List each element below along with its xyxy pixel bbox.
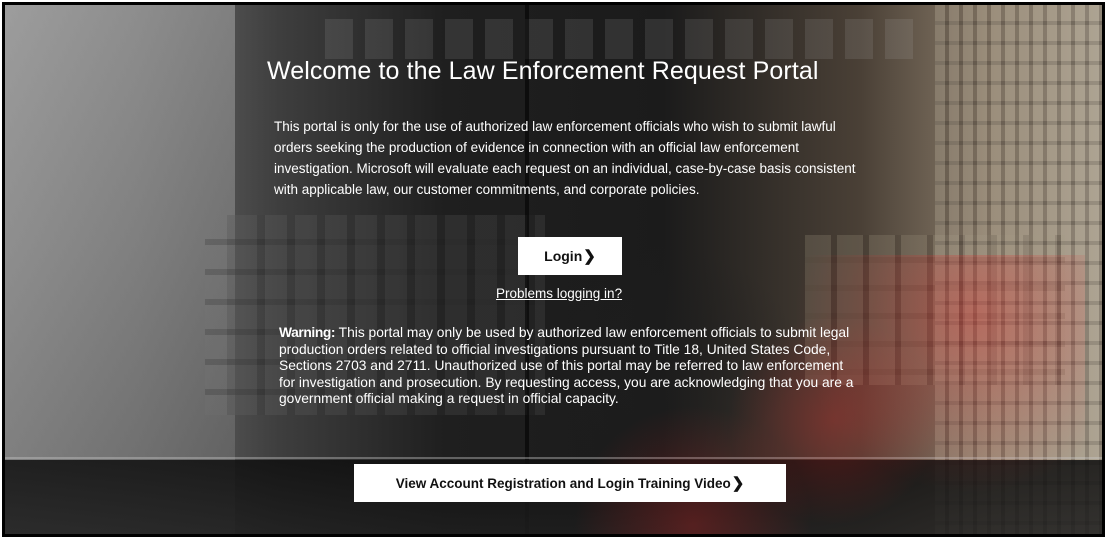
training-video-button-label: View Account Registration and Login Trai… [395,475,731,491]
warning-label: Warning: [279,325,336,340]
warning-text: This portal may only be used by authoriz… [279,325,854,406]
login-button[interactable]: Login ❯ [518,237,622,275]
training-video-button[interactable]: View Account Registration and Login Trai… [354,464,786,502]
portal-content: Welcome to the Law Enforcement Request P… [5,5,1102,534]
portal-frame: Welcome to the Law Enforcement Request P… [2,2,1105,537]
problems-logging-in-link[interactable]: Problems logging in? [496,286,656,301]
chevron-right-icon: ❯ [583,248,596,265]
login-button-label: Login [544,248,583,264]
page-title: Welcome to the Law Enforcement Request P… [267,57,819,85]
intro-text: This portal is only for the use of autho… [274,119,856,197]
warning-notice: Warning: This portal may only be used by… [279,325,859,408]
chevron-right-icon: ❯ [731,475,745,492]
